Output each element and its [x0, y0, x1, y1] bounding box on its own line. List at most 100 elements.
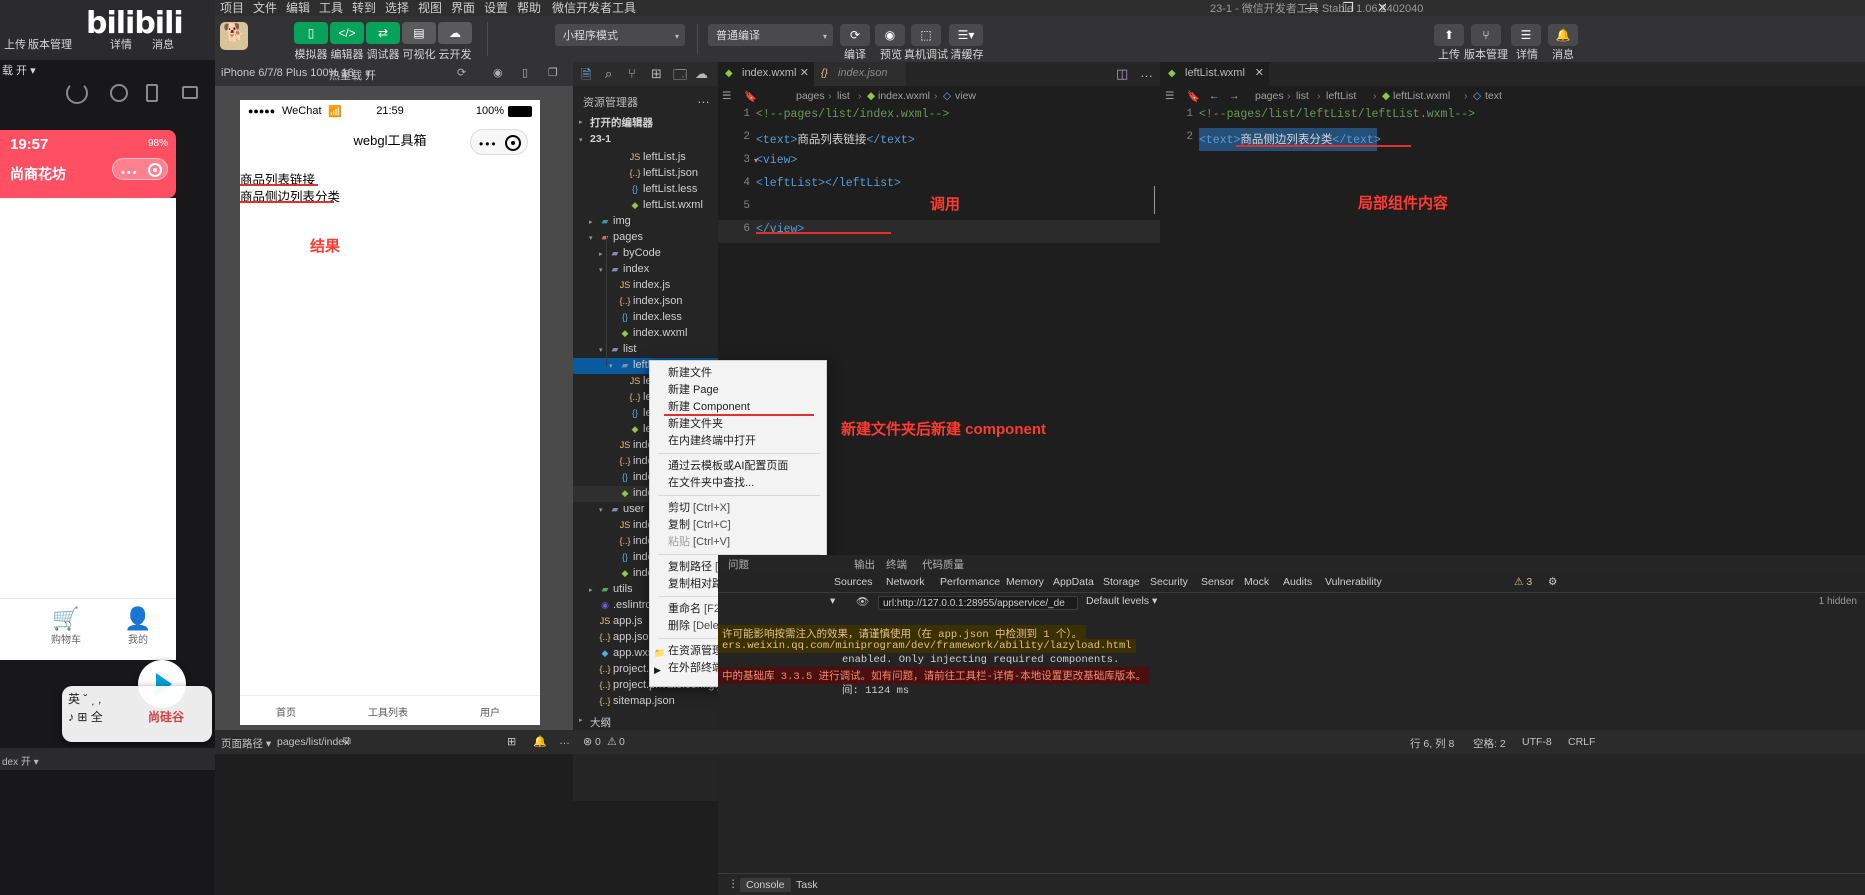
panel-tab-output[interactable]: 输出 [854, 557, 875, 572]
more-icon[interactable]: … [559, 735, 570, 747]
menu-item-project[interactable]: 项目 [220, 0, 244, 16]
levels-select[interactable]: Default levels ▾ [1086, 595, 1157, 607]
editor-more-icon[interactable]: … [1140, 65, 1153, 80]
avatar[interactable] [220, 22, 248, 50]
menu-item-新建文件夹[interactable]: 新建文件夹 [650, 416, 828, 433]
dt-tab-memory[interactable]: Memory [1006, 576, 1044, 588]
hot-reload-select[interactable]: 热重载 开 [329, 67, 376, 83]
menu-item-edit[interactable]: 编辑 [286, 0, 310, 16]
bg-tab-mine[interactable]: 👤 我的 [106, 607, 170, 647]
tree-item-sitemap-json[interactable]: {..} sitemap.json [573, 694, 718, 710]
tree-item-img[interactable]: ▸ ▰ img [573, 214, 718, 230]
bg-capsule-button[interactable]: ••• [112, 158, 168, 180]
page-path-label[interactable]: 页面路径 ▾ [221, 736, 271, 751]
bookmark-icon[interactable]: 🔖 [1187, 90, 1200, 103]
ime-dock[interactable]: 英 ˇ ˏ , ♪ ⊞ 全 尚硅谷 [62, 686, 212, 742]
breadcrumb-seg-3[interactable]: view [955, 90, 976, 102]
console-filter-input[interactable] [878, 596, 1078, 610]
code-line[interactable]: <leftList></leftList> [756, 177, 901, 190]
minimize-button[interactable]: — [1305, 0, 1318, 15]
devtools-settings-icon[interactable]: ⚙ [1548, 576, 1557, 588]
dt-tab-vulnerability[interactable]: Vulnerability [1325, 576, 1382, 588]
layers-icon[interactable]: ☰▾ [949, 24, 983, 46]
close-icon[interactable]: ✕ [1255, 66, 1264, 79]
tree-item-leftlist-wxml[interactable]: ◆ leftList.wxml [573, 198, 718, 214]
dt-tab-mock[interactable]: Mock [1244, 576, 1269, 588]
breadcrumb-seg-2[interactable]: leftList [1326, 90, 1356, 102]
tree-item-list[interactable]: ▾ ▰ list [573, 342, 718, 358]
chevron-down-icon[interactable]: ▾ [589, 234, 593, 242]
dt-tab-sources[interactable]: Sources [834, 576, 873, 588]
breadcrumb-seg-0[interactable]: pages [1255, 90, 1284, 102]
filter-caret-icon[interactable]: ▾ [830, 595, 835, 607]
chevron-right-icon[interactable]: ▸ [599, 250, 603, 258]
list-icon[interactable]: ☰ [722, 90, 731, 102]
page-path-value[interactable]: pages/list/index [277, 736, 349, 748]
devtools-expand-icon[interactable]: ⋮ [728, 878, 739, 890]
chevron-right-icon[interactable]: ▸ [589, 218, 593, 226]
breadcrumb-seg-3[interactable]: leftList.wxml [1393, 90, 1450, 102]
outline-section[interactable]: ▸ 大纲 [573, 713, 718, 731]
code-line[interactable]: <view> [756, 154, 797, 167]
code-line[interactable]: <!--pages/list/leftList/leftList.wxml--> [1199, 108, 1475, 121]
layout-icon[interactable]: ⊞ [507, 735, 516, 748]
debug-icon[interactable]: 🗔 [673, 66, 687, 88]
phone-tab-user[interactable]: 用户 [480, 704, 500, 719]
tab-leftlist-wxml[interactable]: ◆ leftList.wxml ✕ [1161, 62, 1269, 86]
device-icon[interactable]: ⬚ [911, 24, 941, 46]
menu-item-goto[interactable]: 转到 [352, 0, 376, 16]
editor-icon[interactable]: </> [330, 22, 364, 44]
chevron-down-icon[interactable]: ▾ [599, 506, 603, 514]
menu-item-复制[interactable]: 复制 [Ctrl+C] [650, 517, 828, 534]
close-icon[interactable]: ✕ [800, 66, 809, 79]
explorer-section-open-editors[interactable]: ▸ 打开的编辑器 [573, 114, 718, 130]
menu-item-select[interactable]: 选择 [385, 0, 409, 16]
cursor-position[interactable]: 行 6, 列 8 [1410, 736, 1454, 751]
forward-icon[interactable]: → [1229, 90, 1240, 102]
eol-setting[interactable]: CRLF [1568, 736, 1595, 748]
extensions-icon[interactable]: ⊞ [651, 66, 662, 82]
menu-item-ui[interactable]: 界面 [451, 0, 475, 16]
menu-item-在文件夹中查找[interactable]: 在文件夹中查找... [650, 475, 828, 492]
menu-icon[interactable]: ☰ [1511, 24, 1541, 46]
tree-item-index-less[interactable]: {} index.less [573, 310, 718, 326]
dt-tab-sensor[interactable]: Sensor [1201, 576, 1234, 588]
dt-tab-performance[interactable]: Performance [940, 576, 1000, 588]
upload-icon[interactable]: ⬆ [1434, 24, 1464, 46]
panel-tab-code-quality[interactable]: 代码质量 [922, 557, 964, 572]
chevron-right-icon[interactable]: ▸ [589, 586, 593, 594]
warning-icon[interactable]: ⚠ [607, 735, 617, 748]
menu-item-新建page[interactable]: 新建 Page [650, 382, 828, 399]
menu-item-在内建终端中打开[interactable]: 在内建终端中打开 [650, 433, 828, 450]
bottom-tab-console[interactable]: Console [740, 878, 791, 892]
tree-item-index-wxml[interactable]: ◆ index.wxml [573, 326, 718, 342]
sim-mobile-icon[interactable]: ▯ [522, 66, 528, 79]
menu-item-tools[interactable]: 工具 [319, 0, 343, 16]
phone-capsule[interactable]: ••• [470, 129, 528, 155]
bell-icon[interactable]: 🔔 [1548, 24, 1578, 46]
bg-tab-cart[interactable]: 🛒 购物车 [34, 607, 98, 647]
bottom-tab-task[interactable]: Task [790, 878, 824, 892]
tree-item-index-js[interactable]: JSindex.js [573, 278, 718, 294]
warning-badge[interactable]: ⚠ 3 [1514, 576, 1532, 588]
compile-select[interactable]: 普通编译 ▾ [708, 24, 833, 46]
debugger-icon[interactable]: ⇄ [366, 22, 400, 44]
eye-icon[interactable]: 👁 [856, 595, 869, 608]
breadcrumb-seg-0[interactable]: pages [796, 90, 825, 102]
breadcrumb-seg-2[interactable]: index.wxml [878, 90, 930, 102]
menu-item-settings[interactable]: 设置 [484, 0, 508, 16]
menu-item-devtools[interactable]: 微信开发者工具 [552, 0, 636, 16]
files-icon[interactable]: 🗎 [581, 66, 591, 88]
breadcrumb-seg-4[interactable]: text [1485, 90, 1502, 102]
branch-icon[interactable]: ⑂ [1471, 24, 1501, 46]
search-icon[interactable]: ⌕ [605, 66, 612, 82]
chevron-down-icon[interactable]: ▾ [599, 266, 603, 274]
source-control-icon[interactable]: ⑂ [628, 66, 636, 81]
dt-tab-network[interactable]: Network [886, 576, 925, 588]
code-line[interactable]: </view> [756, 223, 804, 236]
tree-item-pages[interactable]: ▾ ▰ pages [573, 230, 718, 246]
tree-item-bycode[interactable]: ▸ ▰ byCode [573, 246, 718, 262]
editor-right[interactable]: 1 <!--pages/list/leftList/leftList.wxml--… [1161, 104, 1865, 555]
maximize-button[interactable]: ❐ [1342, 0, 1354, 16]
menu-item-粘贴[interactable]: 粘贴 [Ctrl+V] [650, 534, 828, 551]
